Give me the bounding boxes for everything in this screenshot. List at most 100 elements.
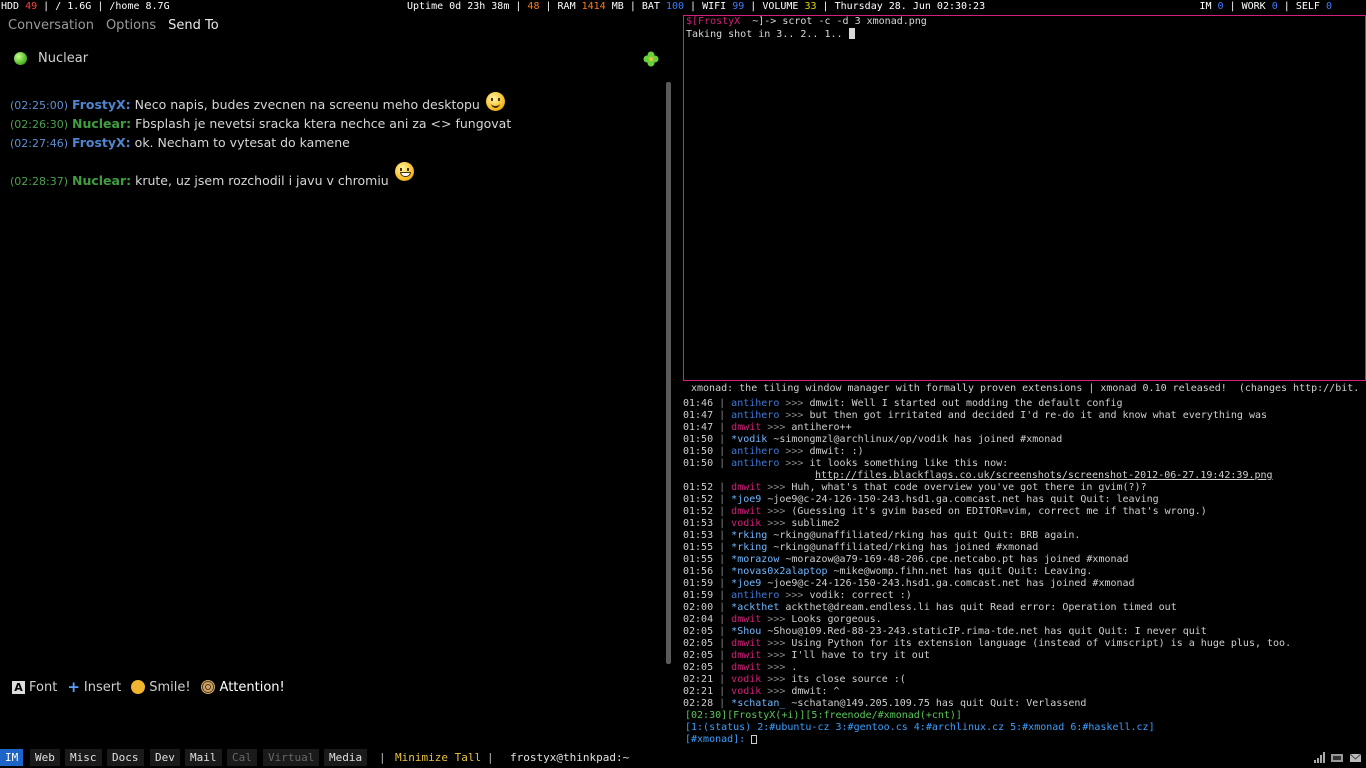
message-time: (02:28:37) — [10, 175, 68, 188]
irc-input-line[interactable]: [#xmonad]: — [683, 734, 1366, 746]
irc-message: 01:46 | antihero >>> dmwit: Well I start… — [683, 398, 1366, 410]
irc-nick[interactable]: antihero — [731, 458, 779, 469]
irc-nick[interactable]: *schatan_ — [731, 698, 785, 709]
workspace-cal[interactable]: Cal — [227, 749, 257, 766]
chat-window: Conversation Options Send To Nuclear (02:2… — [0, 14, 676, 748]
conversation-scrollbar[interactable] — [666, 82, 671, 664]
irc-separator: | — [713, 494, 732, 505]
irc-link[interactable]: http://files.blackflags.co.uk/screenshot… — [815, 470, 1273, 481]
workspace-dev[interactable]: Dev — [150, 749, 180, 766]
irc-nick[interactable]: *joe9 — [731, 578, 761, 589]
irc-nick-separator: >>> — [761, 422, 792, 433]
irc-message: 02:05 | dmwit >>> I'll have to try it ou… — [683, 650, 1366, 662]
irc-nick[interactable]: dmwit — [731, 638, 761, 649]
irc-message: 02:05 | *Shou ~Shou@109.Red-88-23-243.st… — [683, 626, 1366, 638]
chat-message: (02:26:30) Nuclear: Fbsplash je nevetsi … — [10, 114, 660, 133]
irc-nick[interactable]: *rking — [731, 542, 767, 553]
irc-nick[interactable]: dmwit — [731, 650, 761, 661]
irc-nick[interactable]: *novas0x2alaptop — [731, 566, 827, 577]
separator: | — [487, 751, 494, 764]
signal-strength-icon[interactable] — [1313, 751, 1326, 764]
workspace-misc[interactable]: Misc — [65, 749, 102, 766]
irc-separator: | — [713, 398, 732, 409]
irc-nick[interactable]: antihero — [731, 398, 779, 409]
irc-nick-separator: >>> — [779, 398, 810, 409]
irc-channel-line: [1:(status) 2:#ubuntu-cz 3:#gentoo.cs 4:… — [683, 722, 1366, 734]
irc-nick[interactable]: dmwit — [731, 614, 761, 625]
irc-message-text: ~schatan@149.205.109.75 has quit Quit: V… — [791, 698, 1087, 709]
workspace-im[interactable]: IM — [0, 749, 24, 766]
smile-button[interactable]: Smile! — [131, 679, 191, 695]
irc-time: 01:47 — [683, 422, 714, 433]
self-label: SELF — [1295, 1, 1320, 12]
insert-button[interactable]: + Insert — [67, 678, 121, 696]
mail-icon[interactable] — [1349, 751, 1362, 764]
irc-nick-separator: >>> — [779, 446, 810, 457]
irc-nick[interactable]: dmwit — [731, 482, 761, 493]
irc-time: 01:50 — [683, 458, 714, 469]
irc-nick[interactable]: antihero — [731, 590, 779, 601]
terminal-cursor — [848, 28, 855, 39]
volume-value: 33 — [804, 1, 817, 12]
clock: Thursday 28. Jun 02:30:23 — [834, 1, 986, 12]
work-label: WORK — [1241, 1, 1266, 12]
root-usage: / 1.6G — [55, 1, 92, 12]
workspace-mail[interactable]: Mail — [185, 749, 222, 766]
irc-nick[interactable]: antihero — [731, 410, 779, 421]
irc-channel-list[interactable]: [1:(status) 2:#ubuntu-cz 3:#gentoo.cs 4:… — [685, 722, 1155, 733]
workspace-virtual[interactable]: Virtual — [263, 749, 320, 766]
im-label: IM — [1199, 1, 1212, 12]
irc-nick[interactable]: dmwit — [731, 506, 761, 517]
layout-name[interactable]: Minimize Tall — [395, 748, 481, 768]
menu-conversation[interactable]: Conversation — [8, 18, 94, 33]
irc-message: 02:05 | dmwit >>> . — [683, 662, 1366, 674]
workspace-media[interactable]: Media — [324, 749, 368, 766]
irc-message: 01:50 | *vodik ~simongmzl@archlinux/op/v… — [683, 434, 1366, 446]
irc-nick[interactable]: *joe9 — [731, 494, 761, 505]
cpu-value: 48 — [527, 1, 540, 12]
menu-options[interactable]: Options — [106, 18, 156, 33]
irc-nick[interactable]: *vodik — [731, 434, 767, 445]
irc-message-text: ~Shou@109.Red-88-23-243.staticIP.rima-td… — [767, 626, 1207, 637]
irc-nick[interactable]: vodik — [731, 686, 761, 697]
irc-message-text: ~joe9@c-24-126-150-243.hsd1.ga.comcast.n… — [767, 578, 1135, 589]
irc-separator: | — [713, 674, 732, 685]
irc-topic: xmonad: the tiling window manager with f… — [683, 383, 1366, 395]
font-button[interactable]: A Font — [12, 680, 57, 695]
irc-nick[interactable]: antihero — [731, 446, 779, 457]
irc-separator: | — [713, 686, 732, 697]
clover-icon[interactable] — [643, 51, 659, 67]
irc-nick[interactable]: vodik — [731, 518, 761, 529]
attention-icon — [200, 680, 215, 694]
irc-nick[interactable]: *Shou — [731, 626, 761, 637]
irc-separator: | — [713, 422, 732, 433]
bat-value: 100 — [665, 1, 685, 12]
terminal-prompt-user: $[FrostyX — [686, 16, 741, 27]
irc-nick[interactable]: *ackthet — [731, 602, 779, 613]
terminal-window[interactable]: $[FrostyX ~]-> scrot -c -d 3 xmonad.png … — [683, 15, 1366, 381]
attention-button[interactable]: Attention! — [200, 680, 285, 695]
irc-nick-separator: >>> — [761, 674, 792, 685]
focused-window-title: frostyx@thinkpad:~ — [510, 751, 630, 764]
irc-nick-separator: >>> — [779, 590, 810, 601]
font-icon: A — [12, 680, 25, 694]
irc-nick[interactable]: *morazow — [731, 554, 779, 565]
workspace-web[interactable]: Web — [30, 749, 60, 766]
irc-message-text: ~simongmzl@archlinux/op/vodik has joined… — [773, 434, 1063, 445]
menu-send-to[interactable]: Send To — [168, 18, 219, 33]
irc-nick[interactable]: dmwit — [731, 422, 761, 433]
conversation-log: (02:25:00) FrostyX: Neco napis, budes zv… — [10, 92, 660, 188]
irc-message: 01:53 | vodik >>> sublime2 — [683, 518, 1366, 530]
message-text: ok. Necham to vytesat do kamene — [134, 135, 350, 150]
workspace-docs[interactable]: Docs — [107, 749, 144, 766]
chat-menubar: Conversation Options Send To — [8, 18, 231, 33]
irc-message-text: ackthet@dream.endless.li has quit Read e… — [785, 602, 1177, 613]
disk-status: HDD 49 | / 1.6G | /home 8.7G — [1, 1, 170, 12]
irc-nick[interactable]: dmwit — [731, 662, 761, 673]
irc-nick[interactable]: *rking — [731, 530, 767, 541]
system-status: Uptime 0d 23h 38m | 48 | RAM 1414 MB | B… — [407, 1, 986, 12]
irc-window[interactable]: xmonad: the tiling window manager with f… — [683, 383, 1366, 747]
network-icon[interactable] — [1330, 751, 1345, 764]
smile-label: Smile! — [149, 679, 191, 695]
irc-nick[interactable]: vodik — [731, 674, 761, 685]
